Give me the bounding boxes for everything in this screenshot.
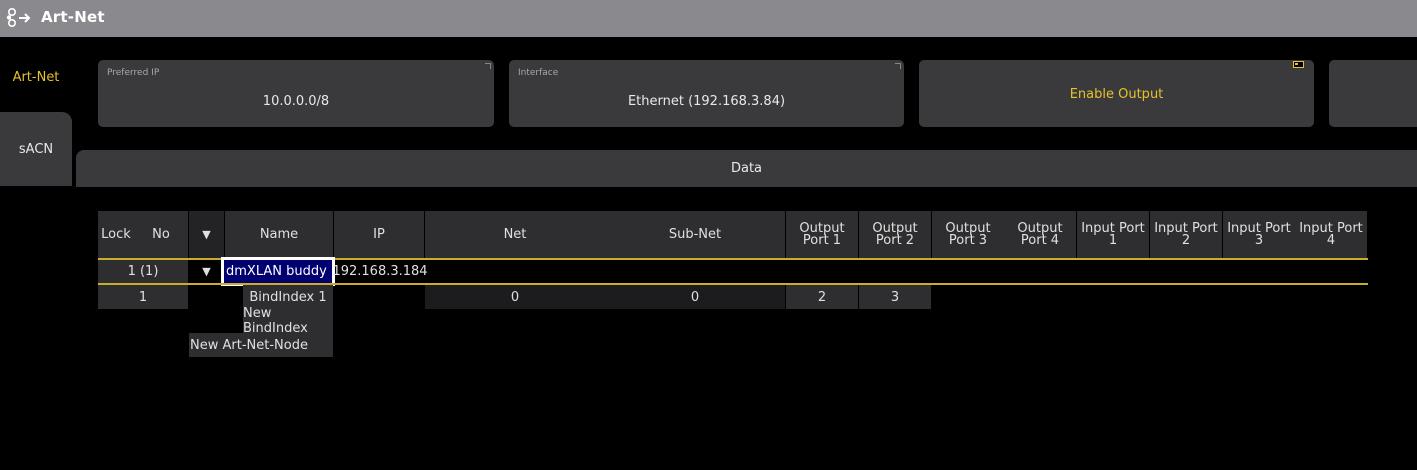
col-header-name[interactable]: Name — [225, 211, 333, 259]
tab-data[interactable]: Data — [76, 150, 1417, 187]
col-header-input-port-2[interactable]: Input Port 2 — [1150, 211, 1222, 259]
toggle-indicator-icon — [1293, 61, 1304, 68]
col-header-output-port-1[interactable]: Output Port 1 — [786, 211, 858, 259]
preferred-ip-value: 10.0.0.0/8 — [262, 94, 330, 109]
edit-corner-icon — [485, 63, 491, 69]
tab-artnet[interactable]: Art-Net — [0, 58, 72, 96]
new-bindindex-button[interactable]: New BindIndex — [243, 306, 333, 336]
col-header-input-port-3[interactable]: Input Port 3 — [1223, 211, 1295, 259]
bind-subnet-cell[interactable]: 0 — [605, 285, 785, 309]
bind-net-cell[interactable]: 0 — [425, 285, 605, 309]
enable-output-button[interactable]: Enable Output — [919, 60, 1314, 127]
col-header-no[interactable]: No — [134, 211, 188, 259]
bind-no-cell[interactable]: 1 — [98, 285, 188, 309]
title-bar: Art-Net — [0, 0, 1417, 37]
window-title: Art-Net — [41, 8, 105, 26]
col-header-output-port-3[interactable]: Output Port 3 — [932, 211, 1004, 259]
node-name-cell[interactable]: dmXLAN buddy — [221, 257, 335, 286]
interface-value: Ethernet (192.168.3.84) — [627, 94, 786, 109]
col-header-input-port-4[interactable]: Input Port 4 — [1295, 211, 1367, 259]
bind-output-port-2-cell[interactable]: 3 — [859, 285, 931, 309]
tab-sacn[interactable]: sACN — [0, 112, 72, 186]
col-header-input-port-1[interactable]: Input Port 1 — [1077, 211, 1149, 259]
col-header-lock[interactable]: Lock — [98, 211, 134, 259]
preferred-ip-label: Preferred IP — [107, 68, 160, 78]
bind-output-port-1-cell[interactable]: 2 — [786, 285, 858, 309]
expand-all-icon[interactable]: ▼ — [189, 211, 224, 259]
node-no-cell[interactable]: 1 (1) — [98, 260, 188, 283]
interface-label: Interface — [518, 68, 559, 78]
col-header-output-port-2[interactable]: Output Port 2 — [859, 211, 931, 259]
new-artnet-node-button[interactable]: New Art-Net-Node — [189, 333, 333, 357]
interface-button[interactable]: Interface Ethernet (192.168.3.84) — [509, 60, 904, 127]
col-header-ip[interactable]: IP — [334, 211, 424, 259]
enable-output-label: Enable Output — [1069, 87, 1164, 102]
edit-corner-icon — [895, 63, 901, 69]
expand-node-icon[interactable]: ▼ — [189, 260, 224, 283]
col-header-subnet[interactable]: Sub-Net — [605, 211, 785, 259]
col-header-output-port-4[interactable]: Output Port 4 — [1004, 211, 1076, 259]
col-header-net[interactable]: Net — [425, 211, 605, 259]
preferred-ip-button[interactable]: Preferred IP 10.0.0.0/8 — [98, 60, 494, 127]
partial-setting-button[interactable] — [1329, 60, 1417, 127]
artnet-app-icon — [6, 7, 31, 28]
tab-data-label: Data — [730, 161, 763, 176]
node-ip-cell[interactable]: 192.168.3.184 — [332, 260, 427, 283]
